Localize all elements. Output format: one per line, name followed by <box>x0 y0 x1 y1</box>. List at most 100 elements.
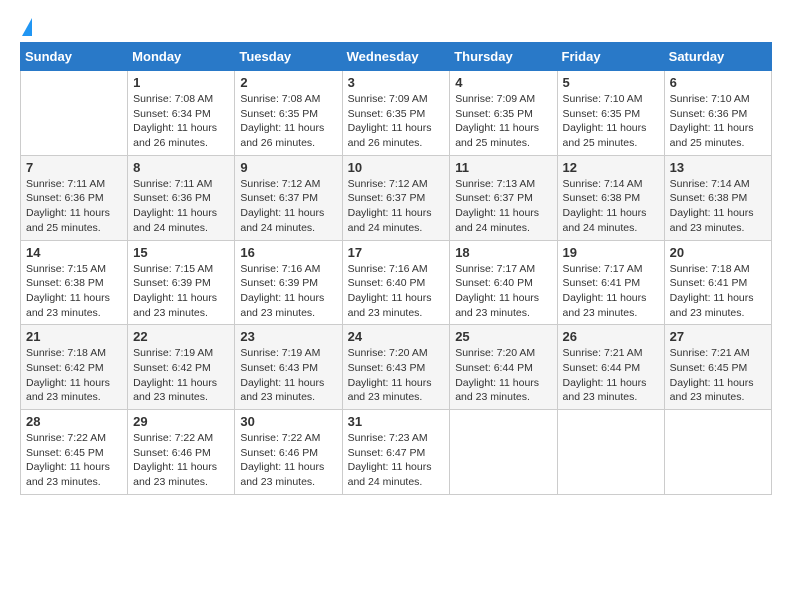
calendar-week-row: 1 Sunrise: 7:08 AMSunset: 6:34 PMDaylight… <box>21 71 772 156</box>
day-number: 1 <box>133 75 229 90</box>
day-info: Sunrise: 7:09 AMSunset: 6:35 PMDaylight:… <box>348 92 445 151</box>
calendar-cell: 28 Sunrise: 7:22 AMSunset: 6:45 PMDayligh… <box>21 410 128 495</box>
calendar-cell: 26 Sunrise: 7:21 AMSunset: 6:44 PMDayligh… <box>557 325 664 410</box>
day-number: 2 <box>240 75 336 90</box>
calendar-cell: 27Sunrise: 7:21 AMSunset: 6:45 PMDayligh… <box>664 325 771 410</box>
day-number: 7 <box>26 160 122 175</box>
day-info: Sunrise: 7:20 AMSunset: 6:43 PMDaylight:… <box>348 346 445 405</box>
calendar-cell: 1 Sunrise: 7:08 AMSunset: 6:34 PMDaylight… <box>128 71 235 156</box>
calendar-week-row: 21Sunrise: 7:18 AMSunset: 6:42 PMDayligh… <box>21 325 772 410</box>
day-info: Sunrise: 7:10 AMSunset: 6:36 PMDaylight:… <box>670 92 766 151</box>
calendar-cell: 2 Sunrise: 7:08 AMSunset: 6:35 PMDaylight… <box>235 71 342 156</box>
calendar-cell: 22 Sunrise: 7:19 AMSunset: 6:42 PMDayligh… <box>128 325 235 410</box>
calendar-cell: 20Sunrise: 7:18 AMSunset: 6:41 PMDayligh… <box>664 240 771 325</box>
day-number: 29 <box>133 414 229 429</box>
calendar-week-row: 14Sunrise: 7:15 AMSunset: 6:38 PMDayligh… <box>21 240 772 325</box>
calendar-cell <box>450 410 557 495</box>
calendar-cell: 17 Sunrise: 7:16 AMSunset: 6:40 PMDayligh… <box>342 240 450 325</box>
calendar-week-row: 28 Sunrise: 7:22 AMSunset: 6:45 PMDayligh… <box>21 410 772 495</box>
calendar-cell: 29 Sunrise: 7:22 AMSunset: 6:46 PMDayligh… <box>128 410 235 495</box>
day-info: Sunrise: 7:22 AMSunset: 6:46 PMDaylight:… <box>133 431 229 490</box>
calendar-cell: 5Sunrise: 7:10 AMSunset: 6:35 PMDaylight… <box>557 71 664 156</box>
logo-triangle-icon <box>22 18 32 36</box>
calendar-cell: 15Sunrise: 7:15 AMSunset: 6:39 PMDayligh… <box>128 240 235 325</box>
calendar-cell <box>21 71 128 156</box>
calendar-cell: 12 Sunrise: 7:14 AMSunset: 6:38 PMDayligh… <box>557 155 664 240</box>
calendar-cell: 21Sunrise: 7:18 AMSunset: 6:42 PMDayligh… <box>21 325 128 410</box>
day-number: 6 <box>670 75 766 90</box>
calendar-cell: 4 Sunrise: 7:09 AMSunset: 6:35 PMDaylight… <box>450 71 557 156</box>
calendar-header-monday: Monday <box>128 43 235 71</box>
day-info: Sunrise: 7:20 AMSunset: 6:44 PMDaylight:… <box>455 346 551 405</box>
logo <box>20 20 32 32</box>
day-info: Sunrise: 7:10 AMSunset: 6:35 PMDaylight:… <box>563 92 659 151</box>
day-number: 10 <box>348 160 445 175</box>
day-info: Sunrise: 7:22 AMSunset: 6:46 PMDaylight:… <box>240 431 336 490</box>
calendar-header-friday: Friday <box>557 43 664 71</box>
calendar-cell <box>664 410 771 495</box>
day-info: Sunrise: 7:16 AMSunset: 6:39 PMDaylight:… <box>240 262 336 321</box>
calendar-header-sunday: Sunday <box>21 43 128 71</box>
day-info: Sunrise: 7:15 AMSunset: 6:39 PMDaylight:… <box>133 262 229 321</box>
day-info: Sunrise: 7:09 AMSunset: 6:35 PMDaylight:… <box>455 92 551 151</box>
day-number: 28 <box>26 414 122 429</box>
calendar-cell: 14Sunrise: 7:15 AMSunset: 6:38 PMDayligh… <box>21 240 128 325</box>
day-number: 24 <box>348 329 445 344</box>
day-info: Sunrise: 7:15 AMSunset: 6:38 PMDaylight:… <box>26 262 122 321</box>
day-number: 3 <box>348 75 445 90</box>
day-number: 26 <box>563 329 659 344</box>
day-info: Sunrise: 7:16 AMSunset: 6:40 PMDaylight:… <box>348 262 445 321</box>
calendar-week-row: 7 Sunrise: 7:11 AMSunset: 6:36 PMDaylight… <box>21 155 772 240</box>
calendar-cell: 18 Sunrise: 7:17 AMSunset: 6:40 PMDayligh… <box>450 240 557 325</box>
day-info: Sunrise: 7:23 AMSunset: 6:47 PMDaylight:… <box>348 431 445 490</box>
calendar-cell: 10 Sunrise: 7:12 AMSunset: 6:37 PMDayligh… <box>342 155 450 240</box>
day-info: Sunrise: 7:13 AMSunset: 6:37 PMDaylight:… <box>455 177 551 236</box>
day-info: Sunrise: 7:08 AMSunset: 6:34 PMDaylight:… <box>133 92 229 151</box>
calendar-header-row: SundayMondayTuesdayWednesdayThursdayFrid… <box>21 43 772 71</box>
day-number: 22 <box>133 329 229 344</box>
day-info: Sunrise: 7:18 AMSunset: 6:41 PMDaylight:… <box>670 262 766 321</box>
calendar-cell <box>557 410 664 495</box>
day-number: 30 <box>240 414 336 429</box>
calendar-cell: 24 Sunrise: 7:20 AMSunset: 6:43 PMDayligh… <box>342 325 450 410</box>
day-info: Sunrise: 7:17 AMSunset: 6:40 PMDaylight:… <box>455 262 551 321</box>
calendar-cell: 19 Sunrise: 7:17 AMSunset: 6:41 PMDayligh… <box>557 240 664 325</box>
day-info: Sunrise: 7:19 AMSunset: 6:42 PMDaylight:… <box>133 346 229 405</box>
day-info: Sunrise: 7:12 AMSunset: 6:37 PMDaylight:… <box>348 177 445 236</box>
calendar-cell: 11Sunrise: 7:13 AMSunset: 6:37 PMDayligh… <box>450 155 557 240</box>
day-number: 4 <box>455 75 551 90</box>
day-info: Sunrise: 7:14 AMSunset: 6:38 PMDaylight:… <box>670 177 766 236</box>
day-number: 19 <box>563 245 659 260</box>
day-number: 18 <box>455 245 551 260</box>
calendar-header-tuesday: Tuesday <box>235 43 342 71</box>
calendar-header-saturday: Saturday <box>664 43 771 71</box>
day-info: Sunrise: 7:08 AMSunset: 6:35 PMDaylight:… <box>240 92 336 151</box>
day-info: Sunrise: 7:14 AMSunset: 6:38 PMDaylight:… <box>563 177 659 236</box>
day-info: Sunrise: 7:12 AMSunset: 6:37 PMDaylight:… <box>240 177 336 236</box>
day-info: Sunrise: 7:21 AMSunset: 6:44 PMDaylight:… <box>563 346 659 405</box>
calendar-cell: 31 Sunrise: 7:23 AMSunset: 6:47 PMDayligh… <box>342 410 450 495</box>
page-header <box>20 20 772 32</box>
calendar-cell: 6 Sunrise: 7:10 AMSunset: 6:36 PMDaylight… <box>664 71 771 156</box>
calendar-cell: 13 Sunrise: 7:14 AMSunset: 6:38 PMDayligh… <box>664 155 771 240</box>
day-number: 25 <box>455 329 551 344</box>
day-number: 16 <box>240 245 336 260</box>
day-number: 12 <box>563 160 659 175</box>
day-info: Sunrise: 7:11 AMSunset: 6:36 PMDaylight:… <box>26 177 122 236</box>
calendar-cell: 3 Sunrise: 7:09 AMSunset: 6:35 PMDaylight… <box>342 71 450 156</box>
day-info: Sunrise: 7:19 AMSunset: 6:43 PMDaylight:… <box>240 346 336 405</box>
day-info: Sunrise: 7:11 AMSunset: 6:36 PMDaylight:… <box>133 177 229 236</box>
calendar-cell: 25 Sunrise: 7:20 AMSunset: 6:44 PMDayligh… <box>450 325 557 410</box>
day-info: Sunrise: 7:17 AMSunset: 6:41 PMDaylight:… <box>563 262 659 321</box>
day-number: 8 <box>133 160 229 175</box>
day-number: 9 <box>240 160 336 175</box>
calendar-cell: 30 Sunrise: 7:22 AMSunset: 6:46 PMDayligh… <box>235 410 342 495</box>
calendar-cell: 16 Sunrise: 7:16 AMSunset: 6:39 PMDayligh… <box>235 240 342 325</box>
calendar-cell: 9 Sunrise: 7:12 AMSunset: 6:37 PMDaylight… <box>235 155 342 240</box>
day-info: Sunrise: 7:18 AMSunset: 6:42 PMDaylight:… <box>26 346 122 405</box>
day-number: 31 <box>348 414 445 429</box>
day-info: Sunrise: 7:22 AMSunset: 6:45 PMDaylight:… <box>26 431 122 490</box>
day-number: 17 <box>348 245 445 260</box>
calendar-header-thursday: Thursday <box>450 43 557 71</box>
day-number: 13 <box>670 160 766 175</box>
